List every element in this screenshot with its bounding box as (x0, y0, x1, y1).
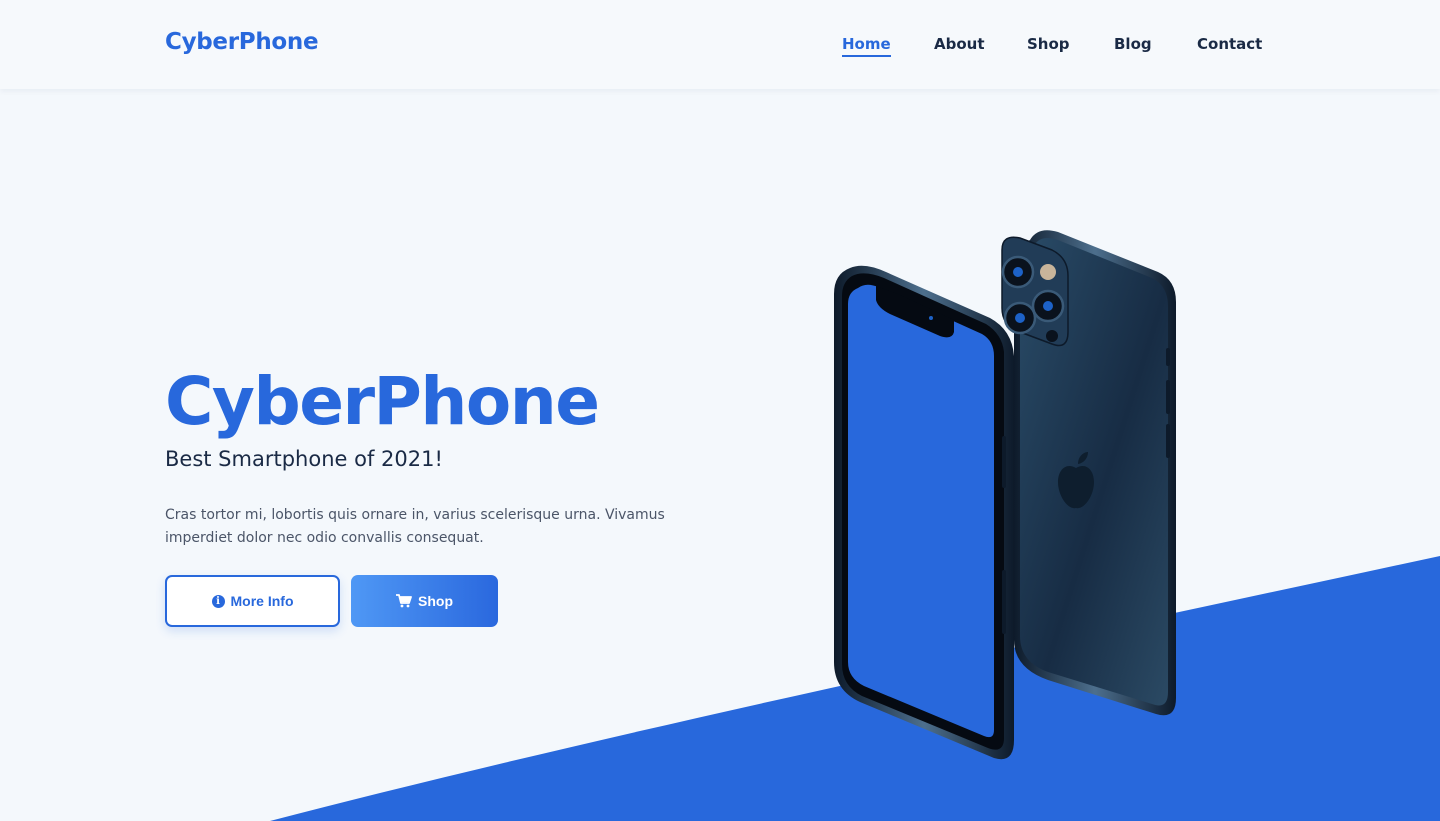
product-phones-image (834, 230, 1176, 760)
cart-icon (396, 594, 412, 608)
nav-item-blog[interactable]: Blog (1114, 34, 1152, 54)
phone-back-view (1001, 230, 1176, 716)
hero-button-row: i More Info Shop (165, 575, 685, 627)
hero-section: CyberPhone Best Smartphone of 2021! Cras… (165, 360, 685, 627)
hero-subtitle: Best Smartphone of 2021! (165, 447, 443, 471)
shop-button[interactable]: Shop (351, 575, 498, 627)
nav-item-home[interactable]: Home (842, 34, 891, 57)
phone-front-view (834, 265, 1014, 760)
info-circle-icon: i (211, 594, 225, 608)
top-navbar: CyberPhone Home About Shop Blog Contact (0, 0, 1440, 89)
hero-description: Cras tortor mi, lobortis quis ornare in,… (165, 507, 665, 546)
hero-title: CyberPhone (165, 363, 600, 440)
shop-button-label: Shop (418, 593, 453, 609)
nav-item-about[interactable]: About (934, 34, 985, 54)
nav-item-contact[interactable]: Contact (1197, 34, 1262, 54)
main-navigation: Home About Shop Blog Contact (0, 34, 1440, 58)
more-info-button[interactable]: i More Info (165, 575, 340, 627)
nav-item-shop[interactable]: Shop (1027, 34, 1070, 54)
more-info-button-label: More Info (230, 593, 294, 609)
